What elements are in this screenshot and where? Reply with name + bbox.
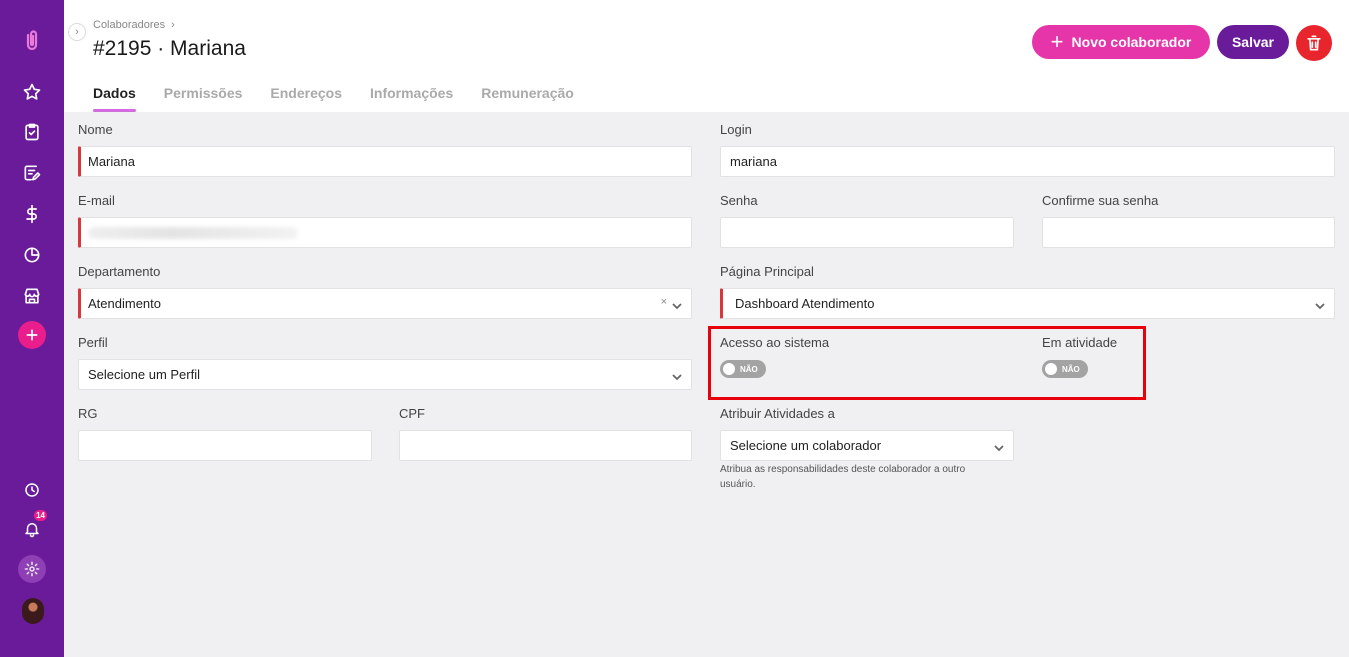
departamento-value: Atendimento: [88, 296, 161, 311]
perfil-select[interactable]: Selecione um Perfil: [78, 359, 692, 390]
chevron-down-icon: [994, 441, 1004, 452]
login-value: mariana: [730, 154, 777, 169]
clear-icon[interactable]: ×: [661, 296, 667, 308]
pie-chart-icon[interactable]: [17, 240, 47, 270]
trash-icon: [1307, 35, 1321, 51]
nome-input[interactable]: Mariana: [78, 146, 692, 177]
login-input[interactable]: mariana: [720, 146, 1335, 177]
clipboard-check-icon[interactable]: [17, 117, 47, 147]
bell-icon[interactable]: 14: [17, 510, 47, 544]
sidebar: 14: [0, 0, 64, 657]
confirme-senha-label: Confirme sua senha: [1042, 193, 1159, 208]
rg-input[interactable]: [78, 430, 372, 461]
email-input[interactable]: [78, 217, 692, 248]
atribuir-helper: Atribua as responsabilidades deste colab…: [720, 462, 1020, 492]
rg-label: RG: [78, 406, 98, 421]
senha-input[interactable]: [720, 217, 1014, 248]
atribuir-helper-line1: Atribua as responsabilidades deste colab…: [720, 464, 966, 475]
tab-dados[interactable]: Dados: [93, 85, 136, 112]
atribuir-helper-line2: usuário.: [720, 479, 756, 490]
perfil-label: Perfil: [78, 335, 108, 350]
cpf-label: CPF: [399, 406, 425, 421]
nome-value: Mariana: [88, 154, 135, 169]
departamento-select[interactable]: Atendimento ×: [78, 288, 692, 319]
star-icon[interactable]: [17, 77, 47, 107]
dollar-icon[interactable]: [17, 199, 47, 229]
edit-note-icon[interactable]: [17, 158, 47, 188]
login-label: Login: [720, 122, 752, 137]
gear-icon[interactable]: [18, 555, 46, 583]
highlight-box: [708, 326, 1146, 400]
new-collaborator-button[interactable]: + Novo colaborador: [1032, 25, 1210, 59]
new-collaborator-label: Novo colaborador: [1071, 34, 1192, 50]
page-title: #2195 · Mariana: [93, 37, 246, 60]
breadcrumb-colaboradores[interactable]: Colaboradores: [93, 19, 165, 31]
chevron-down-icon: [672, 299, 682, 310]
plus-icon: +: [1050, 29, 1064, 54]
collapse-sidebar-button[interactable]: ›: [68, 23, 86, 41]
email-label: E-mail: [78, 193, 115, 208]
perfil-value: Selecione um Perfil: [88, 367, 200, 382]
atribuir-select[interactable]: Selecione um colaborador: [720, 430, 1014, 461]
delete-button[interactable]: [1296, 25, 1332, 61]
tab-remuneracao[interactable]: Remuneração: [481, 85, 574, 112]
cpf-input[interactable]: [399, 430, 692, 461]
tab-enderecos[interactable]: Endereços: [270, 85, 342, 112]
pagina-principal-value: Dashboard Atendimento: [735, 296, 875, 311]
plus-icon[interactable]: [18, 321, 46, 349]
confirme-senha-input[interactable]: [1042, 217, 1335, 248]
atribuir-label: Atribuir Atividades a: [720, 406, 835, 421]
departamento-label: Departamento: [78, 264, 161, 279]
store-icon[interactable]: [17, 281, 47, 311]
avatar[interactable]: [22, 598, 44, 624]
clock-icon[interactable]: [17, 475, 47, 505]
pagina-principal-select[interactable]: Dashboard Atendimento: [720, 288, 1335, 319]
breadcrumb: Colaboradores ›: [93, 19, 175, 31]
tab-permissoes[interactable]: Permissões: [164, 85, 243, 112]
tab-informacoes[interactable]: Informações: [370, 85, 453, 112]
notification-badge: 14: [34, 510, 47, 521]
email-value-blurred: [88, 226, 298, 239]
tab-bar: Dados Permissões Endereços Informações R…: [93, 85, 574, 112]
save-button[interactable]: Salvar: [1217, 25, 1289, 59]
chevron-down-icon: [1315, 299, 1325, 310]
page-header: › Colaboradores › #2195 · Mariana Dados …: [64, 0, 1349, 112]
chevron-down-icon: [672, 370, 682, 381]
chevron-right-icon: ›: [171, 19, 175, 31]
logo-icon[interactable]: [17, 26, 47, 56]
atribuir-value: Selecione um colaborador: [730, 438, 882, 453]
nome-label: Nome: [78, 122, 113, 137]
pagina-principal-label: Página Principal: [720, 264, 814, 279]
senha-label: Senha: [720, 193, 758, 208]
